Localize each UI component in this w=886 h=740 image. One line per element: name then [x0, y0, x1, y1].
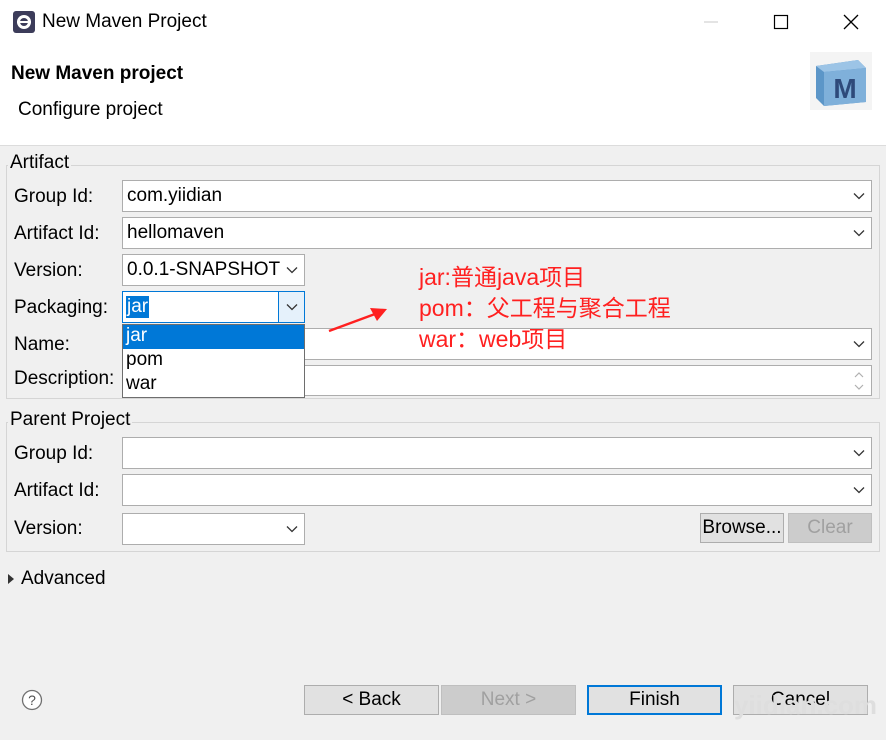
annotation-jar: jar:普通java项目	[419, 264, 586, 290]
maximize-icon	[773, 14, 789, 30]
annotation-pom: pom：父工程与聚合工程	[419, 295, 671, 321]
chevron-down-icon	[853, 230, 865, 237]
artifact-id-combo[interactable]: hellomaven	[122, 217, 872, 249]
parent-artifact-id-combo[interactable]	[122, 474, 872, 506]
page-title: New Maven project	[11, 63, 184, 84]
help-icon[interactable]: ?	[21, 689, 43, 711]
chevron-down-icon	[853, 193, 865, 200]
parent-version-label: Version:	[14, 518, 83, 539]
parent-artifact-id-label: Artifact Id:	[14, 480, 100, 501]
artifact-id-value: hellomaven	[127, 222, 225, 243]
version-combo[interactable]: 0.0.1-SNAPSHOT	[122, 254, 305, 286]
browse-button[interactable]: Browse...	[700, 513, 784, 543]
wizard-header: New Maven project Configure project M	[0, 44, 886, 146]
packaging-option-war[interactable]: war	[123, 373, 304, 397]
packaging-combo[interactable]: jar	[122, 291, 305, 323]
version-label: Version:	[14, 260, 83, 281]
next-button[interactable]: Next >	[441, 685, 576, 715]
watermark: yiidian.com	[734, 690, 878, 720]
packaging-option-pom[interactable]: pom	[123, 349, 304, 373]
title-bar: New Maven Project	[0, 0, 886, 44]
artifact-section-label: Artifact	[8, 152, 72, 174]
packaging-dropdown-button[interactable]	[278, 292, 304, 322]
finish-button[interactable]: Finish	[587, 685, 722, 715]
minimize-icon	[704, 21, 718, 23]
scroll-arrows-icon[interactable]	[853, 369, 865, 393]
back-button[interactable]: < Back	[304, 685, 439, 715]
chevron-down-icon	[853, 341, 865, 348]
eclipse-app-icon	[13, 11, 35, 33]
group-id-label: Group Id:	[14, 186, 94, 207]
chevron-down-icon	[286, 526, 298, 533]
minimize-button[interactable]	[676, 0, 746, 44]
name-label: Name:	[14, 334, 70, 355]
parent-group-id-combo[interactable]	[122, 437, 872, 469]
parent-group-id-label: Group Id:	[14, 443, 94, 464]
parent-version-combo[interactable]	[122, 513, 305, 545]
group-id-value: com.yiidian	[127, 185, 223, 206]
maximize-button[interactable]	[746, 0, 816, 44]
clear-button[interactable]: Clear	[788, 513, 872, 543]
close-icon	[843, 14, 859, 30]
maven-logo-icon: M	[810, 52, 872, 110]
packaging-value: jar	[126, 296, 150, 318]
packaging-option-jar[interactable]: jar	[123, 325, 304, 349]
close-button[interactable]	[816, 0, 886, 44]
expand-triangle-icon	[8, 574, 14, 584]
svg-text:?: ?	[28, 692, 36, 708]
annotation-war: war：web项目	[419, 326, 568, 352]
parent-section-label: Parent Project	[8, 409, 133, 431]
description-label: Description:	[14, 368, 115, 389]
chevron-down-icon	[853, 450, 865, 457]
group-id-combo[interactable]: com.yiidian	[122, 180, 872, 212]
page-subtitle: Configure project	[18, 99, 163, 120]
window-title: New Maven Project	[42, 11, 207, 32]
packaging-label: Packaging:	[14, 297, 109, 318]
advanced-label: Advanced	[21, 568, 106, 589]
chevron-down-icon	[286, 267, 298, 274]
svg-text:M: M	[833, 73, 856, 104]
chevron-down-icon	[286, 304, 298, 311]
annotation-arrow-icon	[328, 308, 387, 333]
version-value: 0.0.1-SNAPSHOT	[127, 259, 281, 280]
artifact-id-label: Artifact Id:	[14, 223, 100, 244]
packaging-dropdown-list: jar pom war	[122, 324, 305, 398]
chevron-down-icon	[853, 487, 865, 494]
